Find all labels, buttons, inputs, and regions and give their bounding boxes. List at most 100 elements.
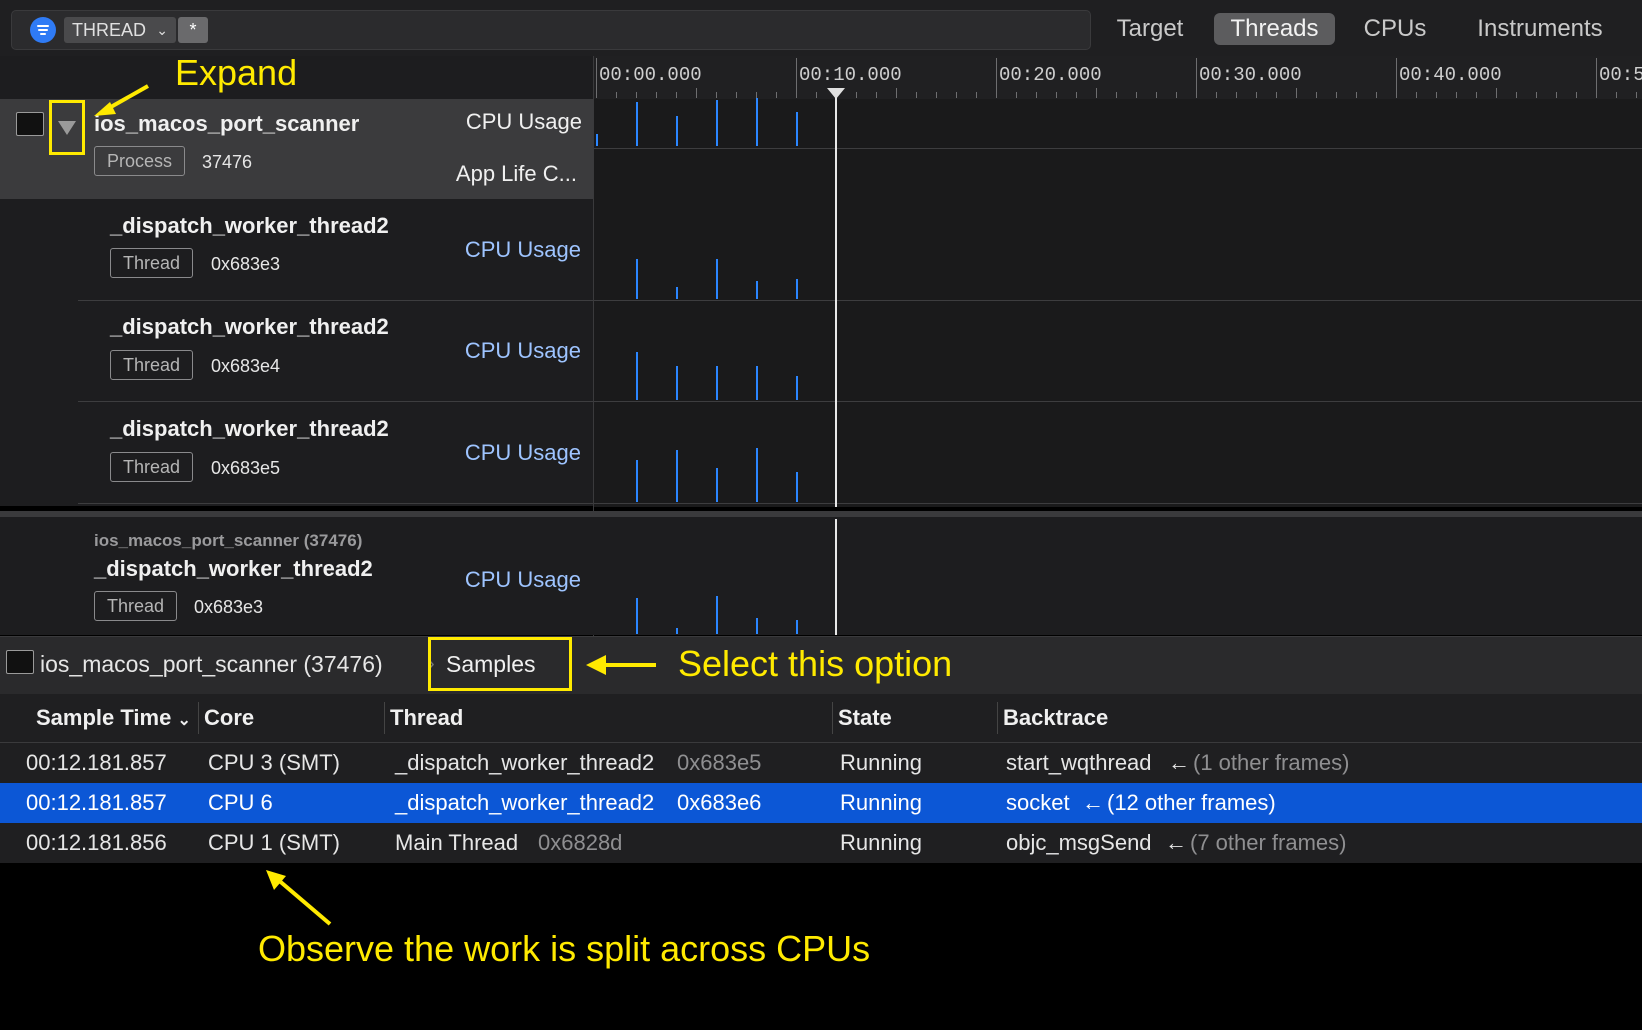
cell-core: CPU 1 (SMT): [208, 830, 340, 855]
cpu-usage-lane-label: CPU Usage: [464, 338, 581, 363]
cpu-usage-lane-label: CPU Usage: [465, 109, 582, 134]
table-row[interactable]: 00:12.181.856 CPU 1 (SMT) Main Thread 0x…: [0, 823, 1642, 863]
cell-sample-time: 00:12.181.857: [26, 790, 167, 815]
cell-backtrace-other: (1 other frames): [1193, 750, 1350, 775]
ruler-minor-tick: [696, 88, 697, 98]
target-breadcrumb[interactable]: ios_macos_port_scanner (37476): [40, 651, 383, 678]
ruler-minor-tick: [1096, 88, 1097, 98]
thread-name: _dispatch_worker_thread2: [110, 416, 389, 441]
table-row-selected[interactable]: 00:12.181.857 CPU 6 _dispatch_worker_thr…: [0, 783, 1642, 823]
cpu-usage-lane-label: CPU Usage: [464, 440, 581, 465]
ruler-tick-label: 00:00.000: [599, 64, 702, 86]
cpu-usage-spike: [676, 287, 678, 299]
tab-cpus[interactable]: CPUs: [1350, 13, 1440, 45]
col-thread[interactable]: Thread: [390, 694, 463, 742]
ruler-minor-tick: [956, 92, 957, 98]
ruler-minor-tick: [816, 92, 817, 98]
arrow-icon: [266, 870, 332, 926]
table-row[interactable]: 00:12.181.857 CPU 3 (SMT) _dispatch_work…: [0, 743, 1642, 783]
pinned-thread-id: 0x683e3: [194, 597, 264, 617]
ruler-minor-tick: [1076, 92, 1077, 98]
cell-thread-id: 0x683e6: [677, 790, 762, 815]
ruler-minor-tick: [1516, 92, 1517, 98]
left-arrow-icon: ←: [1082, 790, 1104, 815]
ruler-minor-tick: [716, 92, 717, 98]
ruler-minor-tick: [1336, 92, 1337, 98]
ruler-minor-tick: [1216, 92, 1217, 98]
thread-filter-chip[interactable]: THREAD ⌄: [64, 17, 176, 43]
left-arrow-icon: ←: [1168, 750, 1190, 775]
col-core[interactable]: Core: [204, 694, 254, 742]
cell-thread-id: 0x6828d: [538, 830, 623, 855]
cell-thread: _dispatch_worker_thread2: [395, 750, 655, 775]
cell-state: Running: [840, 790, 922, 815]
col-state[interactable]: State: [838, 694, 892, 742]
chevron-down-icon: ⌄: [156, 22, 168, 38]
cell-backtrace-other: (7 other frames): [1190, 830, 1347, 855]
ruler-major-tick: [1596, 58, 1597, 98]
ruler-minor-tick: [776, 92, 777, 98]
ruler-tick-label: 00:40.000: [1399, 64, 1502, 86]
ruler-minor-tick: [636, 92, 637, 98]
timeline-area[interactable]: [594, 99, 1642, 507]
ruler-minor-tick: [916, 92, 917, 98]
process-badge: Process: [94, 146, 186, 176]
ruler-minor-tick: [896, 88, 897, 98]
cpu-usage-spike: [636, 259, 638, 299]
ruler-minor-tick: [1016, 92, 1017, 98]
ruler-minor-tick: [1536, 92, 1537, 98]
cpu-usage-spike: [676, 450, 678, 502]
star-chip[interactable]: *: [178, 17, 208, 43]
observe-annotation: Observe the work is split across CPUs: [258, 928, 871, 969]
ruler-minor-tick: [1496, 88, 1497, 98]
cpu-usage-spike: [636, 102, 638, 146]
cpu-usage-spike: [636, 460, 638, 502]
ruler-minor-tick: [676, 92, 677, 98]
ruler-minor-tick: [1256, 92, 1257, 98]
ruler-major-tick: [596, 58, 597, 98]
ruler-major-tick: [996, 58, 997, 98]
ruler-minor-tick: [1556, 92, 1557, 98]
filter-bar[interactable]: THREAD ⌄ *: [11, 10, 1091, 50]
terminal-icon: [6, 650, 34, 674]
cell-core: CPU 3 (SMT): [208, 750, 340, 775]
tab-instruments[interactable]: Instruments: [1460, 13, 1620, 45]
col-backtrace[interactable]: Backtrace: [1003, 694, 1108, 742]
playhead-line[interactable]: [835, 97, 837, 507]
arrow-icon: [586, 655, 656, 675]
expand-annotation: Expand: [175, 52, 298, 93]
ruler-minor-tick: [1176, 92, 1177, 98]
playhead-line[interactable]: [835, 519, 837, 635]
cpu-usage-spike: [796, 112, 798, 146]
cell-sample-time: 00:12.181.857: [26, 750, 167, 775]
cpu-usage-spike: [716, 468, 718, 502]
thread-badge: Thread: [110, 248, 194, 278]
ruler-tick-label: 00:20.000: [999, 64, 1102, 86]
table-header: Sample Time ⌄ Core Thread State Backtrac…: [0, 694, 1642, 743]
select-annotation: Select this option: [678, 643, 953, 684]
col-sample-time[interactable]: Sample Time ⌄: [36, 694, 191, 742]
cell-thread: _dispatch_worker_thread2: [395, 790, 655, 815]
cpu-usage-spike: [756, 98, 758, 146]
cpu-usage-spike: [596, 134, 598, 146]
tab-threads[interactable]: Threads: [1214, 13, 1335, 45]
app-lifecycle-lane-label: App Life C...: [455, 161, 577, 186]
ruler-minor-tick: [1316, 92, 1317, 98]
cell-backtrace-frame: start_wqthread: [1006, 750, 1152, 775]
ruler-minor-tick: [1156, 92, 1157, 98]
ruler-minor-tick: [1236, 92, 1237, 98]
filter-icon[interactable]: [30, 17, 56, 43]
terminal-icon: [16, 112, 44, 136]
tab-target[interactable]: Target: [1100, 13, 1200, 45]
thread-chip-label: THREAD: [72, 20, 147, 40]
cell-state: Running: [840, 830, 922, 855]
ruler-minor-tick: [656, 92, 657, 98]
chevron-down-icon: ⌄: [177, 712, 191, 729]
ruler-minor-tick: [1356, 92, 1357, 98]
ruler-tick-label: 00:10.000: [799, 64, 902, 86]
cpu-usage-spike: [716, 366, 718, 400]
ruler-minor-tick: [616, 92, 617, 98]
samples-option[interactable]: Samples: [446, 651, 535, 678]
pinned-thread-name: _dispatch_worker_thread2: [94, 556, 373, 581]
cpu-usage-spike: [796, 620, 798, 634]
